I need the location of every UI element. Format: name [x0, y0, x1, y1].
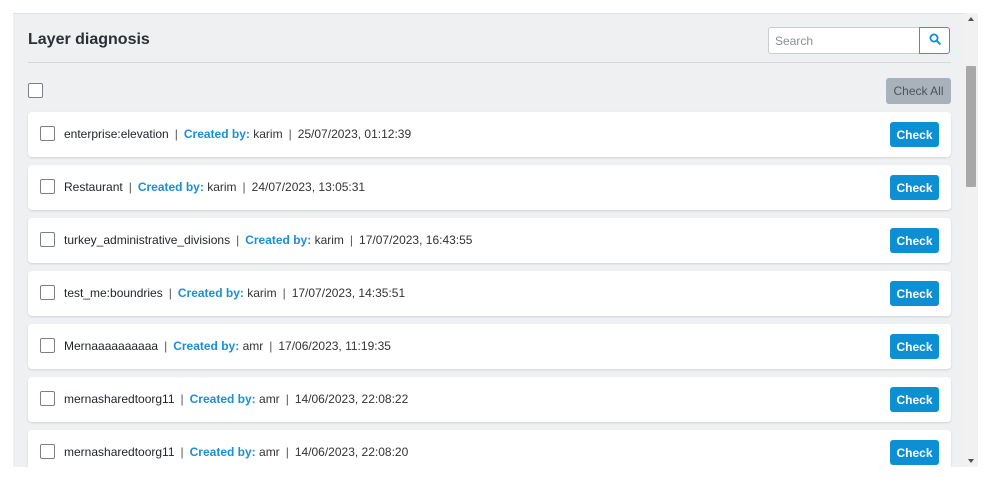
page-title: Layer diagnosis [28, 31, 150, 48]
list-item: turkey_administrative_divisions | Created … [28, 218, 951, 263]
created-date: 24/07/2023, 13:05:31 [251, 180, 366, 194]
row-checkbox[interactable] [40, 285, 55, 300]
created-by-label: Created by: [173, 339, 240, 353]
layer-name: mernasharedtoorg11 [64, 392, 175, 406]
created-date: 14/06/2023, 22:08:22 [294, 392, 409, 406]
layer-diagnosis-panel: Layer diagnosis Check All enterprise:ele… [13, 13, 964, 467]
list-item: test_me:boundries | Created by: karim | 17/0… [28, 271, 951, 316]
layer-name: turkey_administrative_divisions [64, 233, 231, 247]
created-by-user: karim [247, 286, 277, 300]
created-by-user: karim [253, 127, 283, 141]
row-checkbox[interactable] [40, 232, 55, 247]
layer-info: Restaurant | Created by: karim | 24/07/2023,… [64, 180, 366, 194]
created-by-user: amr [259, 392, 280, 406]
check-button[interactable]: Check [890, 175, 939, 200]
list-item: enterprise:elevation | Created by: karim | 2… [28, 112, 951, 157]
created-by-user: karim [314, 233, 344, 247]
created-date: 17/07/2023, 16:43:55 [359, 233, 473, 247]
check-button[interactable]: Check [890, 281, 939, 306]
search-input[interactable] [768, 27, 919, 54]
created-date: 17/07/2023, 14:35:51 [291, 286, 406, 300]
vertical-scrollbar[interactable] [964, 13, 978, 467]
created-date: 17/06/2023, 11:19:35 [278, 339, 391, 353]
layer-name: Restaurant [64, 180, 123, 194]
row-checkbox[interactable] [40, 338, 55, 353]
search-box [768, 27, 950, 54]
layer-name: Mernaaaaaaaaaa [64, 339, 159, 353]
created-by-label: Created by: [177, 286, 244, 300]
layer-name: mernasharedtoorg11 [64, 445, 175, 459]
check-button[interactable]: Check [890, 228, 939, 253]
created-by-user: karim [207, 180, 237, 194]
layer-name: enterprise:elevation [64, 127, 169, 141]
layer-info: turkey_administrative_divisions | Created … [64, 233, 473, 247]
layer-info: mernasharedtoorg11 | Created by: amr | 14/06… [64, 392, 409, 406]
row-checkbox[interactable] [40, 444, 55, 459]
check-button[interactable]: Check [890, 440, 939, 465]
search-button[interactable] [919, 27, 950, 54]
list-item: Restaurant | Created by: karim | 24/07/2023,… [28, 165, 951, 210]
row-checkbox[interactable] [40, 391, 55, 406]
row-checkbox[interactable] [40, 179, 55, 194]
created-by-label: Created by: [245, 233, 312, 247]
list-item: mernasharedtoorg11 | Created by: amr | 14/06… [28, 430, 951, 467]
created-by-user: amr [259, 445, 280, 459]
created-by-label: Created by: [183, 127, 250, 141]
search-icon [929, 32, 941, 50]
layer-info: enterprise:elevation | Created by: karim | 2… [64, 127, 412, 141]
toolbar: Check All [13, 77, 964, 105]
list-item: Mernaaaaaaaaaa | Created by: amr | 17/06/202… [28, 324, 951, 369]
created-by-label: Created by: [189, 445, 256, 459]
scroll-down-arrow-icon[interactable] [964, 455, 978, 467]
check-all-button[interactable]: Check All [886, 78, 951, 104]
scrollbar-thumb[interactable] [966, 66, 976, 187]
layer-info: mernasharedtoorg11 | Created by: amr | 14/06… [64, 445, 409, 459]
row-checkbox[interactable] [40, 126, 55, 141]
created-date: 14/06/2023, 22:08:20 [294, 445, 409, 459]
created-date: 25/07/2023, 01:12:39 [297, 127, 412, 141]
list-item: mernasharedtoorg11 | Created by: amr | 14/06… [28, 377, 951, 422]
layer-info: Mernaaaaaaaaaa | Created by: amr | 17/06/202… [64, 339, 391, 353]
scroll-up-arrow-icon[interactable] [964, 13, 978, 25]
select-all-checkbox[interactable] [28, 83, 43, 98]
panel-header: Layer diagnosis [13, 14, 964, 63]
layer-name: test_me:boundries [64, 286, 163, 300]
check-button[interactable]: Check [890, 122, 939, 147]
layer-info: test_me:boundries | Created by: karim | 17/0… [64, 286, 406, 300]
check-button[interactable]: Check [890, 387, 939, 412]
check-button[interactable]: Check [890, 334, 939, 359]
created-by-label: Created by: [189, 392, 256, 406]
created-by-user: amr [242, 339, 264, 353]
created-by-label: Created by: [137, 180, 204, 194]
header-divider [28, 62, 951, 63]
